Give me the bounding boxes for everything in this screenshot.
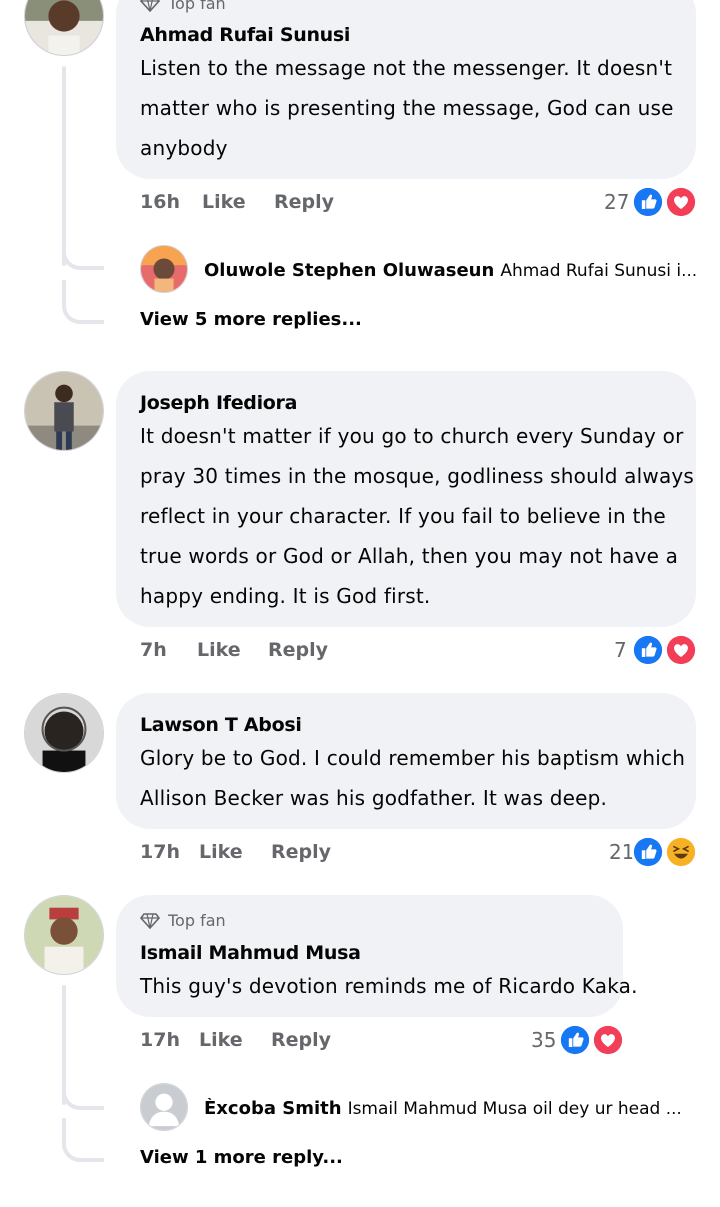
- commenter-name[interactable]: Ahmad Rufai Sunusi: [140, 24, 350, 46]
- top-fan-badge: Top fan: [139, 0, 226, 13]
- comment-time[interactable]: 7h: [140, 639, 167, 661]
- thread-connector: [62, 230, 104, 270]
- love-icon[interactable]: [591, 1023, 625, 1057]
- reaction-count[interactable]: 7: [614, 638, 627, 662]
- reaction-count[interactable]: 27: [604, 190, 629, 214]
- comment-text: Listen to the message not the messenger.…: [140, 56, 674, 160]
- thread-connector: [62, 1070, 104, 1110]
- reply-text: Ahmad Rufai Sunusi i respect y...: [500, 261, 700, 281]
- like-icon[interactable]: [631, 835, 665, 869]
- comment-time[interactable]: 17h: [140, 841, 180, 863]
- comment-text: Glory be to God. I could remember his ba…: [140, 746, 686, 810]
- view-more-replies[interactable]: View 1 more reply...: [140, 1147, 343, 1168]
- reply-text: Ismail Mahmud Musa oil dey ur head 🙌❤️: [347, 1099, 700, 1119]
- like-icon[interactable]: [558, 1023, 592, 1057]
- commenter-name[interactable]: Lawson T Abosi: [140, 714, 302, 736]
- avatar-ismail[interactable]: [24, 895, 104, 975]
- thread-connector: [62, 280, 104, 324]
- like-button[interactable]: Like: [197, 639, 241, 661]
- comment-time[interactable]: 16h: [140, 191, 180, 213]
- avatar-excoba-default[interactable]: [140, 1083, 188, 1131]
- reply-button[interactable]: Reply: [268, 639, 328, 661]
- like-icon[interactable]: [631, 633, 665, 667]
- reply-button[interactable]: Reply: [274, 191, 334, 213]
- like-button[interactable]: Like: [202, 191, 246, 213]
- love-icon[interactable]: [664, 633, 698, 667]
- reply-author[interactable]: Oluwole Stephen Oluwaseun: [204, 260, 494, 281]
- diamond-icon: [139, 913, 161, 930]
- commenter-name[interactable]: Ismail Mahmud Musa: [140, 942, 361, 964]
- avatar-ahmad[interactable]: [24, 0, 104, 56]
- love-icon[interactable]: [664, 185, 698, 219]
- comment-text: It doesn't matter if you go to church ev…: [140, 424, 695, 608]
- commenter-name[interactable]: Joseph Ifediora: [140, 392, 297, 414]
- avatar-joseph[interactable]: [24, 371, 104, 451]
- reply-button[interactable]: Reply: [271, 841, 331, 863]
- top-fan-badge: Top fan: [139, 911, 226, 930]
- haha-icon[interactable]: [664, 835, 698, 869]
- like-button[interactable]: Like: [199, 841, 243, 863]
- comment-text: This guy's devotion reminds me of Ricard…: [140, 974, 638, 998]
- avatar-oluwole[interactable]: [140, 245, 188, 293]
- reply-preview[interactable]: Oluwole Stephen Oluwaseun Ahmad Rufai Sun…: [204, 260, 700, 281]
- avatar-lawson[interactable]: [24, 693, 104, 773]
- reply-author[interactable]: Èxcoba Smith: [204, 1098, 342, 1119]
- diamond-icon: [139, 0, 161, 13]
- thread-connector: [62, 1118, 104, 1162]
- comment-time[interactable]: 17h: [140, 1029, 180, 1051]
- reaction-count[interactable]: 35: [531, 1028, 556, 1052]
- view-more-replies[interactable]: View 5 more replies...: [140, 309, 362, 330]
- like-button[interactable]: Like: [199, 1029, 243, 1051]
- like-icon[interactable]: [631, 185, 665, 219]
- reply-preview[interactable]: Èxcoba Smith Ismail Mahmud Musa oil dey u…: [204, 1098, 700, 1119]
- reply-button[interactable]: Reply: [271, 1029, 331, 1051]
